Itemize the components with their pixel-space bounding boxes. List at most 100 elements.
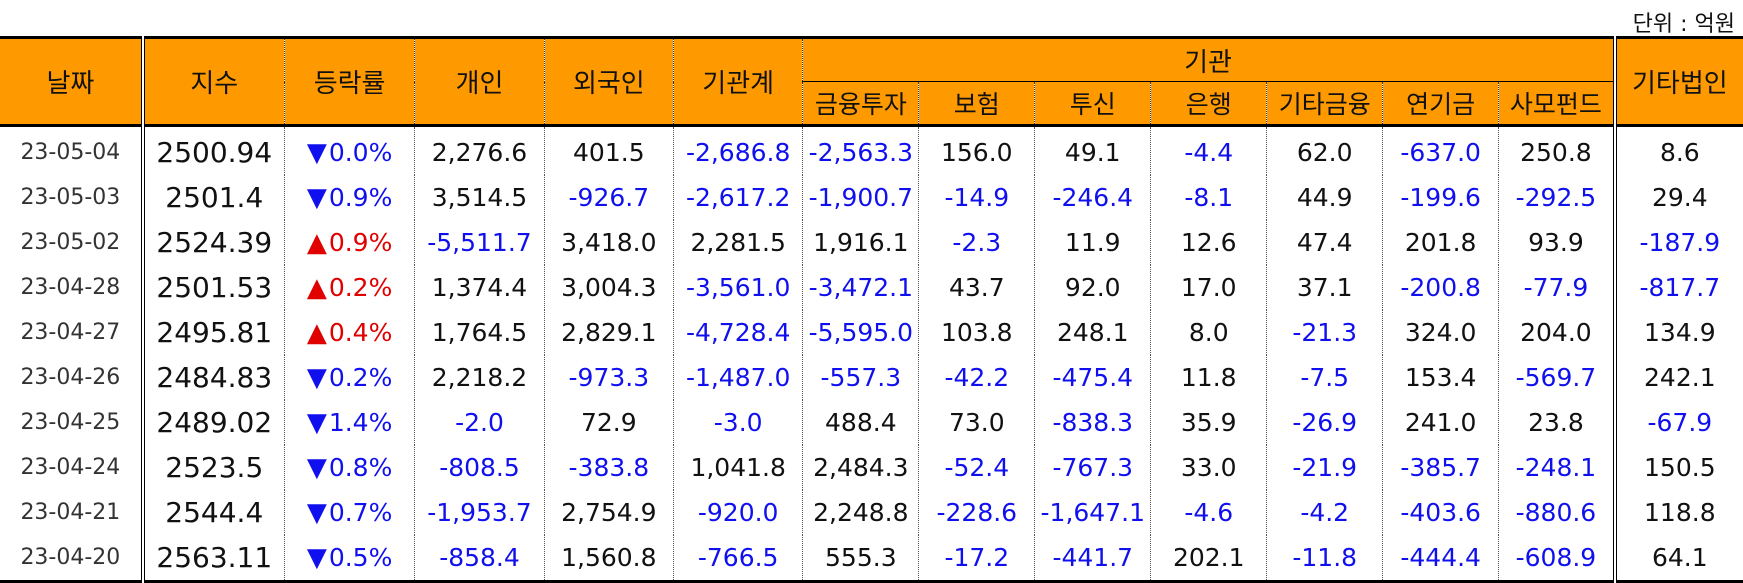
cell-change: ▼0.0% xyxy=(283,124,415,175)
cell-index: 2495.81 xyxy=(142,310,285,355)
triangle-down-icon: ▼ xyxy=(306,407,327,438)
header-institution-total: 기관계 xyxy=(672,37,803,126)
cell-bank: -4.4 xyxy=(1150,124,1267,175)
header-sub-investment-trust: 투신 xyxy=(1034,81,1151,126)
change-value: 0.7% xyxy=(328,497,393,527)
cell-pension: -637.0 xyxy=(1382,124,1499,175)
cell-foreign: -973.3 xyxy=(543,355,674,400)
cell-index: 2523.5 xyxy=(142,445,285,490)
cell-bank: 11.8 xyxy=(1150,355,1267,400)
table-row: 23-04-28 2501.53 ▲0.2% 1,374.4 3,004.3 -3,561… xyxy=(0,265,1743,310)
cell-other-financial: 37.1 xyxy=(1266,265,1383,310)
cell-change: ▲0.2% xyxy=(283,265,415,310)
cell-private-fund: -248.1 xyxy=(1498,445,1615,490)
cell-foreign: -926.7 xyxy=(543,175,674,220)
triangle-down-icon: ▼ xyxy=(306,362,327,393)
cell-change: ▼0.2% xyxy=(283,355,415,400)
cell-bank: 35.9 xyxy=(1150,400,1267,445)
cell-pension: 201.8 xyxy=(1382,220,1499,265)
cell-investment-trust: -838.3 xyxy=(1034,400,1151,445)
cell-other-financial: -21.9 xyxy=(1266,445,1383,490)
cell-foreign: 2,754.9 xyxy=(543,490,674,535)
table-row: 23-05-04 2500.94 ▼0.0% 2,276.6 401.5 -2,686.8… xyxy=(0,124,1743,175)
header-institution-group: 기관 xyxy=(802,37,1615,82)
cell-financial-investment: 2,484.3 xyxy=(802,445,919,490)
cell-bank: 202.1 xyxy=(1150,535,1267,582)
cell-other-corp: -187.9 xyxy=(1612,220,1743,265)
change-value: 0.8% xyxy=(328,452,393,482)
investor-flow-table: 날짜 지수 등락률 개인 외국인 기관계 기관 기타법인 금융투자 보험 투신 … xyxy=(0,36,1743,583)
cell-private-fund: -292.5 xyxy=(1498,175,1615,220)
triangle-down-icon: ▼ xyxy=(306,497,327,528)
cell-institution-total: -3,561.0 xyxy=(672,265,803,310)
cell-bank: 12.6 xyxy=(1150,220,1267,265)
cell-private-fund: -569.7 xyxy=(1498,355,1615,400)
cell-foreign: 401.5 xyxy=(543,124,674,175)
header-sub-insurance: 보험 xyxy=(918,81,1035,126)
cell-institution-total: 1,041.8 xyxy=(672,445,803,490)
cell-private-fund: -880.6 xyxy=(1498,490,1615,535)
cell-pension: -200.8 xyxy=(1382,265,1499,310)
header-individual: 개인 xyxy=(414,37,545,126)
cell-other-financial: -26.9 xyxy=(1266,400,1383,445)
cell-financial-investment: -557.3 xyxy=(802,355,919,400)
cell-institution-total: -1,487.0 xyxy=(672,355,803,400)
cell-financial-investment: 1,916.1 xyxy=(802,220,919,265)
header-other-corp: 기타법인 xyxy=(1612,37,1743,126)
cell-individual: -808.5 xyxy=(414,445,545,490)
cell-financial-investment: 2,248.8 xyxy=(802,490,919,535)
change-value: 0.2% xyxy=(328,272,393,302)
cell-date: 23-04-21 xyxy=(0,490,145,535)
cell-other-financial: -4.2 xyxy=(1266,490,1383,535)
cell-index: 2563.11 xyxy=(142,535,285,582)
cell-individual: 1,764.5 xyxy=(414,310,545,355)
cell-private-fund: 250.8 xyxy=(1498,124,1615,175)
cell-institution-total: -4,728.4 xyxy=(672,310,803,355)
cell-financial-investment: -2,563.3 xyxy=(802,124,919,175)
cell-other-corp: 118.8 xyxy=(1612,490,1743,535)
table-row: 23-04-21 2544.4 ▼0.7% -1,953.7 2,754.9 -920.0… xyxy=(0,490,1743,535)
cell-investment-trust: 11.9 xyxy=(1034,220,1151,265)
cell-date: 23-04-27 xyxy=(0,310,145,355)
cell-other-corp: 29.4 xyxy=(1612,175,1743,220)
cell-pension: -385.7 xyxy=(1382,445,1499,490)
cell-change: ▲0.9% xyxy=(283,220,415,265)
cell-private-fund: -77.9 xyxy=(1498,265,1615,310)
cell-insurance: -52.4 xyxy=(918,445,1035,490)
unit-label: 단위 : 억원 xyxy=(1632,12,1735,37)
cell-other-financial: 62.0 xyxy=(1266,124,1383,175)
cell-change: ▲0.4% xyxy=(283,310,415,355)
cell-insurance: 43.7 xyxy=(918,265,1035,310)
cell-pension: 153.4 xyxy=(1382,355,1499,400)
cell-foreign: 72.9 xyxy=(543,400,674,445)
cell-private-fund: 23.8 xyxy=(1498,400,1615,445)
cell-investment-trust: -475.4 xyxy=(1034,355,1151,400)
cell-change: ▼0.9% xyxy=(283,175,415,220)
change-value: 0.9% xyxy=(328,182,393,212)
cell-institution-total: -920.0 xyxy=(672,490,803,535)
cell-date: 23-04-28 xyxy=(0,265,145,310)
triangle-up-icon: ▲ xyxy=(306,227,327,258)
cell-institution-total: -766.5 xyxy=(672,535,803,582)
cell-foreign: 3,418.0 xyxy=(543,220,674,265)
cell-insurance: 73.0 xyxy=(918,400,1035,445)
cell-index: 2524.39 xyxy=(142,220,285,265)
cell-insurance: -17.2 xyxy=(918,535,1035,582)
cell-individual: 1,374.4 xyxy=(414,265,545,310)
cell-financial-investment: 488.4 xyxy=(802,400,919,445)
table-header: 날짜 지수 등락률 개인 외국인 기관계 기관 기타법인 금융투자 보험 투신 … xyxy=(0,37,1743,126)
triangle-down-icon: ▼ xyxy=(306,452,327,483)
cell-other-financial: -11.8 xyxy=(1266,535,1383,582)
change-value: 0.9% xyxy=(328,227,393,257)
cell-insurance: -42.2 xyxy=(918,355,1035,400)
triangle-up-icon: ▲ xyxy=(306,317,327,348)
table-row: 23-04-24 2523.5 ▼0.8% -808.5 -383.8 1,041.8 2,… xyxy=(0,445,1743,490)
triangle-up-icon: ▲ xyxy=(306,272,327,303)
header-sub-pension: 연기금 xyxy=(1382,81,1499,126)
cell-index: 2484.83 xyxy=(142,355,285,400)
triangle-down-icon: ▼ xyxy=(306,182,327,213)
cell-individual: 2,276.6 xyxy=(414,124,545,175)
cell-private-fund: 204.0 xyxy=(1498,310,1615,355)
cell-private-fund: 93.9 xyxy=(1498,220,1615,265)
table-row: 23-04-20 2563.11 ▼0.5% -858.4 1,560.8 -766.5 5… xyxy=(0,535,1743,582)
